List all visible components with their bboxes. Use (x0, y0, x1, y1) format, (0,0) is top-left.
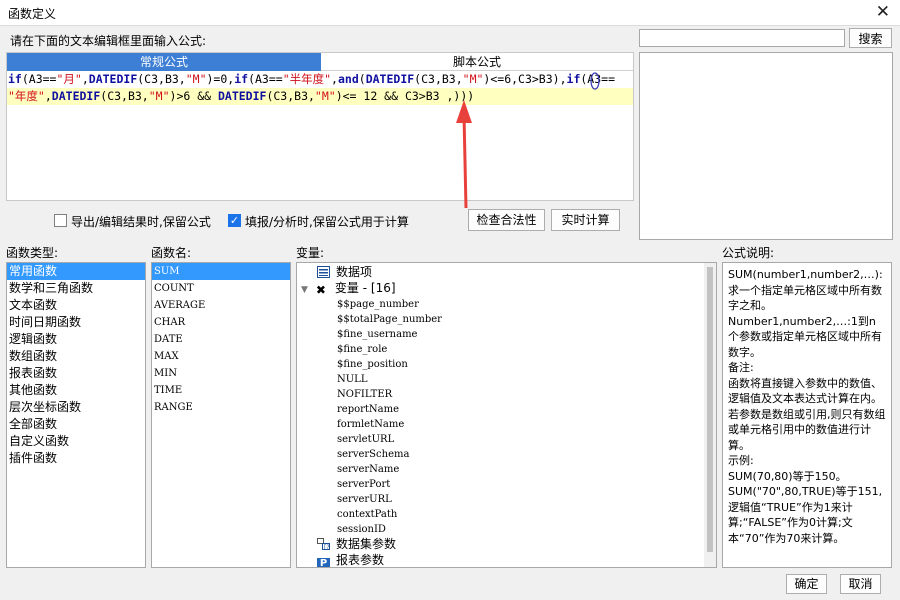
category-item[interactable]: 插件函数 (7, 450, 145, 467)
svg-text:[?]: [?] (324, 544, 330, 550)
function-item[interactable]: COUNT (152, 280, 290, 297)
tree-item-variable-group[interactable]: ▼ ✖ 变量 - [16] (301, 281, 396, 297)
description-paragraph: 示例: (728, 454, 754, 467)
export-keep-label: 导出/编辑结果时,保留公式 (71, 215, 211, 229)
category-label: 函数类型: (6, 246, 59, 260)
variable-item[interactable]: serverPort (337, 477, 390, 492)
description-paragraph: 备注: (728, 361, 754, 374)
realtime-calc-button[interactable]: 实时计算 (551, 209, 620, 231)
variable-label: 变量: (296, 246, 325, 260)
data-item-icon (317, 266, 330, 278)
category-list: 常用函数 数学和三角函数 文本函数 时间日期函数 逻辑函数 数组函数 报表函数 其他函数 层次坐… (6, 262, 146, 568)
variable-item[interactable]: $fine_username (337, 327, 417, 342)
category-item[interactable]: 全部函数 (7, 416, 145, 433)
bracket-highlight-icon (590, 72, 600, 90)
fill-keep-checkbox[interactable]: ✓ (228, 214, 241, 227)
formula-line-2: "年度",DATEDIF(C3,B3,"M")>6 && DATEDIF(C3,… (7, 88, 633, 105)
function-item[interactable]: CHAR (152, 314, 290, 331)
category-item[interactable]: 数组函数 (7, 348, 145, 365)
chevron-down-icon: ▼ (301, 285, 308, 295)
variable-icon: ✖ (315, 283, 326, 297)
close-icon[interactable]: ✕ (876, 2, 890, 22)
category-item[interactable]: 其他函数 (7, 382, 145, 399)
variable-item[interactable]: NULL (337, 372, 367, 387)
variable-item[interactable]: $$totalPage_number (337, 312, 442, 327)
function-item[interactable]: DATE (152, 331, 290, 348)
variable-item[interactable]: $fine_role (337, 342, 387, 357)
variable-item[interactable]: $$page_number (337, 297, 419, 312)
title-bar: 函数定义 ✕ (0, 0, 900, 26)
category-item[interactable]: 报表函数 (7, 365, 145, 382)
category-item[interactable]: 文本函数 (7, 297, 145, 314)
window-title: 函数定义 (8, 7, 57, 21)
variable-scrollbar-thumb[interactable] (707, 267, 713, 552)
variable-item[interactable]: reportName (337, 402, 399, 417)
category-item[interactable]: 逻辑函数 (7, 331, 145, 348)
function-item[interactable]: SUM (152, 263, 290, 280)
formula-editor[interactable]: if(A3=="月",DATEDIF(C3,B3,"M")=0,if(A3=="… (7, 71, 633, 200)
dataset-params-icon: [?] (317, 538, 332, 551)
cancel-button[interactable]: 取消 (840, 574, 881, 594)
category-item[interactable]: 层次坐标函数 (7, 399, 145, 416)
function-item[interactable]: TIME (152, 382, 290, 399)
tab-regular-formula[interactable]: 常规公式 (7, 53, 321, 71)
function-label: 函数名: (151, 246, 192, 260)
category-item[interactable]: 自定义函数 (7, 433, 145, 450)
variable-tree: 数据项 ▼ ✖ 变量 - [16] $$page_number $$totalPage… (296, 262, 717, 568)
variable-item[interactable]: contextPath (337, 507, 397, 522)
variable-item[interactable]: serverSchema (337, 447, 409, 462)
report-params-icon: P (317, 558, 330, 567)
search-button[interactable]: 搜索 (849, 28, 892, 48)
formula-line-1: if(A3=="月",DATEDIF(C3,B3,"M")=0,if(A3=="… (8, 72, 615, 86)
editor-prompt: 请在下面的文本编辑框里面输入公式: (10, 34, 207, 48)
function-item[interactable]: AVERAGE (152, 297, 290, 314)
description-label: 公式说明: (722, 246, 775, 260)
description-paragraph: Number1,number2,…:1到n个参数或指定单元格区域中所有数字。 (728, 314, 882, 359)
description-paragraph: SUM(70,80)等于150。 (728, 469, 847, 483)
variable-item[interactable]: NOFILTER (337, 387, 392, 402)
variable-item[interactable]: servletURL (337, 432, 394, 447)
search-input[interactable] (639, 29, 845, 47)
function-list: SUM COUNT AVERAGE CHAR DATE MAX MIN TIME RANGE (151, 262, 291, 568)
variable-scrollbar[interactable] (704, 263, 716, 567)
category-item[interactable]: 时间日期函数 (7, 314, 145, 331)
check-validity-button[interactable]: 检查合法性 (468, 209, 545, 231)
variable-item[interactable]: serverURL (337, 492, 392, 507)
search-results-panel (639, 52, 893, 240)
function-item[interactable]: MAX (152, 348, 290, 365)
category-item[interactable]: 常用函数 (7, 263, 145, 280)
function-item[interactable]: MIN (152, 365, 290, 382)
variable-item[interactable]: serverName (337, 462, 399, 477)
variable-item[interactable]: $fine_position (337, 357, 408, 372)
ok-button[interactable]: 确定 (786, 574, 827, 594)
function-item[interactable]: RANGE (152, 399, 290, 416)
category-item[interactable]: 数学和三角函数 (7, 280, 145, 297)
tree-item-data-item[interactable]: 数据项 (317, 265, 372, 280)
variable-item[interactable]: formletName (337, 417, 404, 432)
tree-item-report-params[interactable]: P 报表参数 (317, 553, 384, 567)
description-paragraph: SUM("70",80,TRUE)等于151,逻辑值“TRUE”作为1来计算;“… (728, 485, 883, 545)
variable-item[interactable]: sessionID (337, 522, 386, 537)
tree-item-dataset-params[interactable]: [?]数据集参数 (317, 537, 396, 552)
annotation-arrow-icon (456, 100, 472, 209)
description-paragraph: SUM(number1,number2,…):求一个指定单元格区域中所有数字之和… (728, 268, 883, 312)
description-paragraph: 函数将直接键入参数中的数值、逻辑值及文本表达式计算在内。若参数是数组或引用,则只… (728, 376, 886, 452)
formula-description: SUM(number1,number2,…):求一个指定单元格区域中所有数字之和… (722, 262, 892, 568)
export-keep-checkbox[interactable] (54, 214, 67, 227)
fill-keep-label: 填报/分析时,保留公式用于计算 (245, 215, 409, 229)
